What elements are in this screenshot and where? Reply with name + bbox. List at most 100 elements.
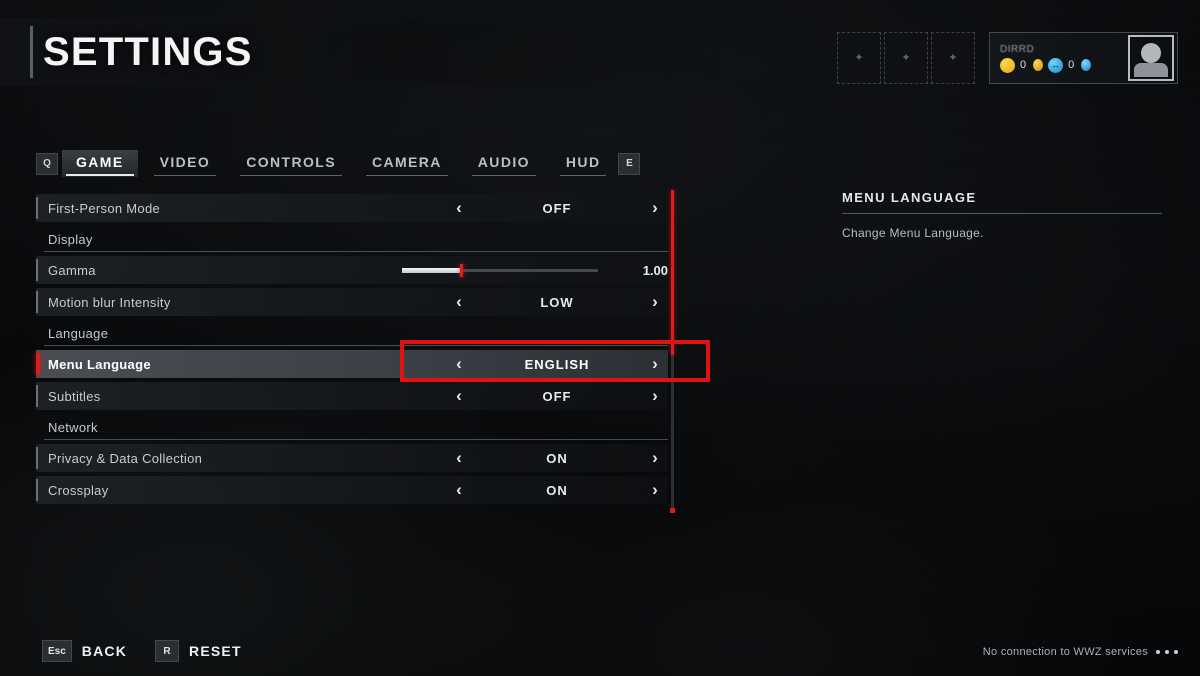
slider-fill [402,267,461,273]
row-accent [36,447,38,469]
decrement-arrow-icon[interactable]: ‹ [446,386,472,406]
setting-row-subtitles[interactable]: Subtitles ‹ OFF › [36,382,668,410]
settings-scrollbar[interactable] [670,190,675,513]
blue-currency-value: 0 [1068,59,1075,71]
row-label: Subtitles [48,388,101,404]
tab-bar: Q GAME VIDEO CONTROLS CAMERA AUDIO HUD E [36,150,641,177]
info-panel-title: MENU LANGUAGE [842,190,1162,214]
row-accent [36,259,38,281]
back-action[interactable]: Esc BACK [42,640,127,662]
row-label: Gamma [48,262,96,278]
gamma-slider[interactable] [402,263,598,277]
blue-token-icon: ↔ [1048,57,1064,73]
tab-game[interactable]: GAME [62,150,138,177]
increment-arrow-icon[interactable]: › [642,386,668,406]
avatar-head [1141,43,1161,63]
tab-video[interactable]: VIDEO [146,150,225,177]
increment-arrow-icon[interactable]: › [642,198,668,218]
tab-hud[interactable]: HUD [552,150,615,177]
row-accent [36,385,38,407]
row-accent-selected [36,353,40,375]
connection-status-text: No connection to WWZ services [982,646,1148,658]
section-header-network: Network [36,414,668,440]
tab-prev-key-icon[interactable]: Q [36,152,58,175]
title-bar: SETTINGS [0,18,760,86]
player-avatar-icon[interactable] [1128,35,1174,81]
row-label: Privacy & Data Collection [48,450,203,466]
setting-row-gamma[interactable]: Gamma 1.00 [36,256,668,284]
setting-row-motion-blur-intensity[interactable]: Motion blur Intensity ‹ LOW › [36,288,668,316]
decrement-arrow-icon[interactable]: ‹ [446,354,472,374]
info-panel: MENU LANGUAGE Change Menu Language. [842,190,1162,240]
r-key-icon: R [155,640,180,662]
setting-row-crossplay[interactable]: Crossplay ‹ ON › [36,476,668,504]
player-name: DIRRD [1000,43,1035,55]
esc-key-icon: Esc [42,640,72,662]
info-panel-description: Change Menu Language. [842,226,984,240]
section-label: Display [48,231,93,247]
slider-track[interactable] [402,263,598,277]
blue-token-small-icon [1081,59,1092,71]
increment-arrow-icon[interactable]: › [642,292,668,312]
increment-arrow-icon[interactable]: › [642,354,668,374]
increment-arrow-icon[interactable]: › [642,448,668,468]
section-label: Network [48,419,98,435]
row-accent [36,291,38,313]
hud-panel: ✦ ✦ ✦ DIRRD 0 ↔ 0 [837,32,1178,84]
decrement-arrow-icon[interactable]: ‹ [446,198,472,218]
settings-screen: SETTINGS ✦ ✦ ✦ DIRRD 0 ↔ 0 Q GAME VIDEO … [0,0,1200,676]
row-value: OFF [542,200,572,216]
section-header-display: Display [36,226,668,252]
player-card[interactable]: DIRRD 0 ↔ 0 [989,32,1178,84]
footer-actions: Esc BACK R RESET [42,640,242,662]
hud-slot-3[interactable]: ✦ [931,32,975,84]
loading-dots-icon [1156,650,1178,654]
row-label: Menu Language [48,356,151,372]
increment-arrow-icon[interactable]: › [642,480,668,500]
row-value: ENGLISH [524,356,590,372]
gold-currency-value: 0 [1020,59,1027,71]
decrement-arrow-icon[interactable]: ‹ [446,292,472,312]
tab-next-key-icon[interactable]: E [618,152,641,175]
slot-placeholder-icon: ✦ [948,51,958,64]
row-accent [36,197,38,219]
tab-controls[interactable]: CONTROLS [232,150,350,177]
slot-group: ✦ ✦ ✦ [837,32,975,84]
row-value: ON [546,450,568,466]
currency-group: 0 ↔ 0 [1000,57,1120,73]
gold-coin-icon [1000,57,1015,73]
row-value: ON [546,482,568,498]
row-label: Motion blur Intensity [48,294,171,310]
setting-row-privacy-data-collection[interactable]: Privacy & Data Collection ‹ ON › [36,444,668,472]
tab-audio[interactable]: AUDIO [464,150,544,177]
avatar-body [1134,63,1168,77]
hud-slot-1[interactable]: ✦ [837,32,881,84]
gamma-value: 1.00 [642,262,668,278]
row-label: First-Person Mode [48,200,161,216]
title-accent-bar [30,26,33,78]
row-label: Crossplay [48,482,109,498]
slot-placeholder-icon: ✦ [854,51,864,64]
decrement-arrow-icon[interactable]: ‹ [446,480,472,500]
row-value: LOW [540,294,574,310]
reset-action[interactable]: R RESET [155,640,242,662]
setting-row-menu-language[interactable]: Menu Language ‹ ENGLISH › [36,350,668,378]
section-label: Language [48,325,109,341]
scrollbar-thumb[interactable] [671,190,674,355]
slot-placeholder-icon: ✦ [901,51,911,64]
player-info: DIRRD 0 ↔ 0 [1000,44,1120,73]
row-value: OFF [542,388,572,404]
setting-row-first-person-mode[interactable]: First-Person Mode ‹ OFF › [36,194,668,222]
scrollbar-end-dot [670,508,675,513]
back-label: BACK [81,643,128,659]
page-title: SETTINGS [43,29,253,74]
section-header-language: Language [36,320,668,346]
connection-status: No connection to WWZ services [983,646,1178,658]
decrement-arrow-icon[interactable]: ‹ [446,448,472,468]
row-accent [36,479,38,501]
settings-list: First-Person Mode ‹ OFF › Display Gamma … [36,194,668,508]
tab-camera[interactable]: CAMERA [358,150,456,177]
gold-coin-small-icon [1033,59,1044,71]
hud-slot-2[interactable]: ✦ [884,32,928,84]
slider-knob[interactable] [459,263,463,277]
